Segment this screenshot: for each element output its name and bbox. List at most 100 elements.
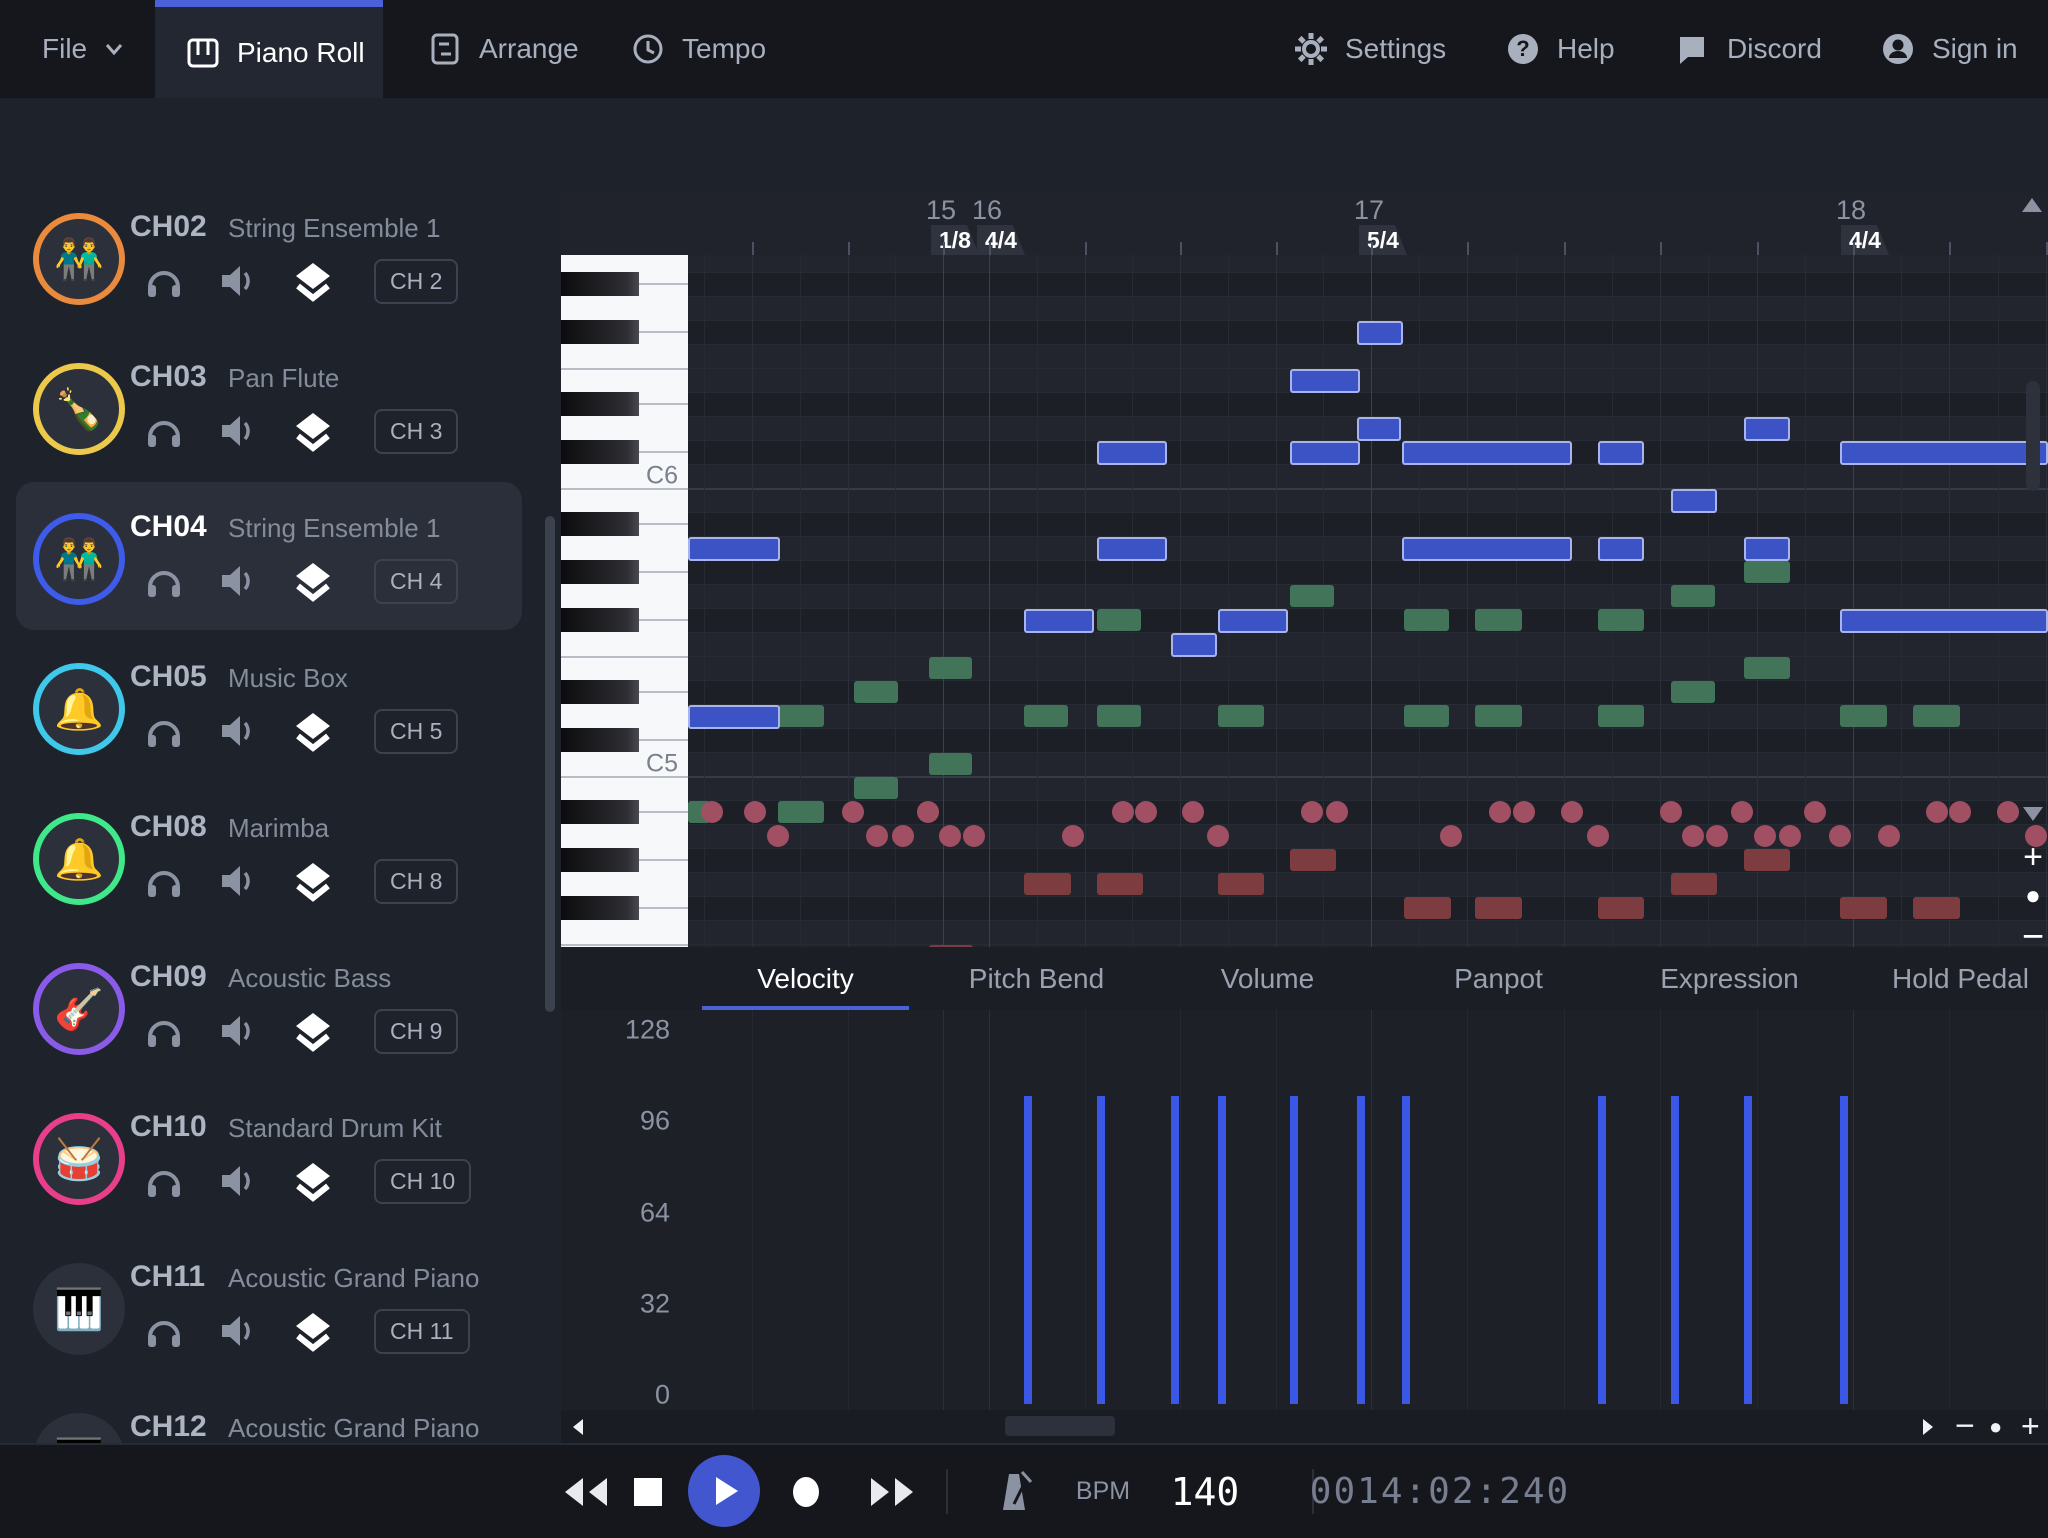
- track-row-ch12[interactable]: 🎹CH12Acoustic Grand PianoCH 12: [0, 1396, 561, 1443]
- midi-note-selected[interactable]: [1840, 609, 2048, 633]
- black-key[interactable]: [561, 320, 639, 344]
- mute-speaker-icon[interactable]: [218, 561, 258, 601]
- midi-note-selected[interactable]: [1218, 609, 1288, 633]
- drum-hit[interactable]: [767, 825, 789, 847]
- drum-hit[interactable]: [1561, 801, 1583, 823]
- drum-hit[interactable]: [1754, 825, 1776, 847]
- tab-arrange[interactable]: Arrange: [427, 0, 579, 98]
- sign-in-button[interactable]: Sign in: [1880, 0, 2018, 98]
- zoom-reset-horizontal-button[interactable]: ●: [1989, 1410, 2002, 1443]
- midi-note-selected[interactable]: [1402, 537, 1572, 561]
- black-key[interactable]: [561, 896, 639, 920]
- rewind-button[interactable]: [556, 1445, 616, 1538]
- stop-button[interactable]: [626, 1445, 670, 1538]
- midi-note-green[interactable]: [1097, 609, 1141, 631]
- midi-note-selected[interactable]: [1744, 417, 1790, 441]
- midi-note-selected[interactable]: [1171, 633, 1217, 657]
- midi-note-green[interactable]: [778, 705, 824, 727]
- drum-hit[interactable]: [917, 801, 939, 823]
- drum-hit[interactable]: [1731, 801, 1753, 823]
- layers-icon[interactable]: [292, 260, 334, 302]
- midi-note-red[interactable]: [1097, 873, 1143, 895]
- controller-tab-velocity[interactable]: Velocity: [690, 947, 921, 1010]
- layers-icon[interactable]: [292, 1160, 334, 1202]
- midi-note-green[interactable]: [1598, 705, 1644, 727]
- drum-hit[interactable]: [1182, 801, 1204, 823]
- layers-icon[interactable]: [292, 410, 334, 452]
- midi-note-red[interactable]: [1218, 873, 1264, 895]
- drum-hit[interactable]: [1682, 825, 1704, 847]
- drum-hit[interactable]: [1878, 825, 1900, 847]
- midi-note-selected[interactable]: [1402, 441, 1572, 465]
- midi-note-red[interactable]: [1913, 897, 1960, 919]
- midi-note-green[interactable]: [1475, 705, 1522, 727]
- drum-hit[interactable]: [1513, 801, 1535, 823]
- track-row-ch03[interactable]: 🍾CH03Pan FluteCH 3: [0, 346, 561, 496]
- midi-note-red[interactable]: [1404, 897, 1451, 919]
- solo-headphones-icon[interactable]: [144, 561, 184, 601]
- midi-note-green[interactable]: [1744, 657, 1790, 679]
- velocity-bar[interactable]: [1171, 1096, 1179, 1404]
- velocity-bar[interactable]: [1402, 1096, 1410, 1404]
- velocity-bar[interactable]: [1744, 1096, 1752, 1404]
- track-avatar[interactable]: 🎹: [33, 1263, 125, 1355]
- midi-note-red[interactable]: [1744, 849, 1790, 871]
- black-key[interactable]: [561, 680, 639, 704]
- midi-note-green[interactable]: [1913, 705, 1960, 727]
- black-key[interactable]: [561, 512, 639, 536]
- midi-note-green[interactable]: [1404, 609, 1449, 631]
- drum-hit[interactable]: [866, 825, 888, 847]
- scroll-right-icon[interactable]: [1921, 1418, 1935, 1436]
- mute-speaker-icon[interactable]: [218, 1311, 258, 1351]
- track-avatar[interactable]: 🎸: [33, 963, 125, 1055]
- solo-headphones-icon[interactable]: [144, 1311, 184, 1351]
- drum-hit[interactable]: [701, 801, 723, 823]
- mute-speaker-icon[interactable]: [218, 711, 258, 751]
- drum-hit[interactable]: [1062, 825, 1084, 847]
- drum-hit[interactable]: [1804, 801, 1826, 823]
- velocity-bar[interactable]: [1218, 1096, 1226, 1404]
- play-button[interactable]: [688, 1455, 760, 1527]
- horizontal-scrollbar[interactable]: [1005, 1416, 1115, 1436]
- midi-note-red[interactable]: [1475, 897, 1522, 919]
- controller-tab-expression[interactable]: Expression: [1614, 947, 1845, 1010]
- scroll-up-icon[interactable]: [2020, 196, 2044, 214]
- solo-headphones-icon[interactable]: [144, 1161, 184, 1201]
- velocity-bar[interactable]: [1290, 1096, 1298, 1404]
- velocity-panel[interactable]: 1289664320: [561, 1010, 2048, 1410]
- tab-tempo[interactable]: Tempo: [630, 0, 766, 98]
- midi-note-green[interactable]: [1744, 561, 1790, 583]
- black-key[interactable]: [561, 392, 639, 416]
- track-avatar[interactable]: 🥁: [33, 1113, 125, 1205]
- black-key[interactable]: [561, 560, 639, 584]
- midi-note-selected[interactable]: [1598, 441, 1644, 465]
- velocity-bar[interactable]: [1097, 1096, 1105, 1404]
- midi-note-green[interactable]: [1097, 705, 1141, 727]
- scroll-left-icon[interactable]: [571, 1418, 585, 1436]
- zoom-out-horizontal-button[interactable]: −: [1955, 1410, 1975, 1443]
- zoom-in-vertical-button[interactable]: +: [2019, 838, 2047, 877]
- black-key[interactable]: [561, 800, 639, 824]
- solo-headphones-icon[interactable]: [144, 411, 184, 451]
- mute-speaker-icon[interactable]: [218, 261, 258, 301]
- solo-headphones-icon[interactable]: [144, 261, 184, 301]
- velocity-bar[interactable]: [1024, 1096, 1032, 1404]
- midi-note-red[interactable]: [1840, 897, 1887, 919]
- track-row-ch05[interactable]: 🔔CH05Music BoxCH 5: [0, 646, 561, 796]
- midi-note-selected[interactable]: [1671, 489, 1717, 513]
- midi-note-green[interactable]: [1671, 681, 1715, 703]
- track-avatar[interactable]: 🎹: [33, 1413, 125, 1443]
- velocity-bar[interactable]: [1840, 1096, 1848, 1404]
- record-button[interactable]: [784, 1445, 828, 1538]
- track-avatar[interactable]: 🔔: [33, 813, 125, 905]
- bar-ruler[interactable]: 151/8164/4175/4184/4: [561, 193, 2048, 256]
- track-row-ch11[interactable]: 🎹CH11Acoustic Grand PianoCH 11: [0, 1246, 561, 1396]
- drum-hit[interactable]: [1660, 801, 1682, 823]
- layers-icon[interactable]: [292, 1010, 334, 1052]
- drum-hit[interactable]: [939, 825, 961, 847]
- layers-icon[interactable]: [292, 560, 334, 602]
- black-key[interactable]: [561, 848, 639, 872]
- drum-hit[interactable]: [1440, 825, 1462, 847]
- midi-note-selected[interactable]: [1840, 441, 2048, 465]
- layers-icon[interactable]: [292, 710, 334, 752]
